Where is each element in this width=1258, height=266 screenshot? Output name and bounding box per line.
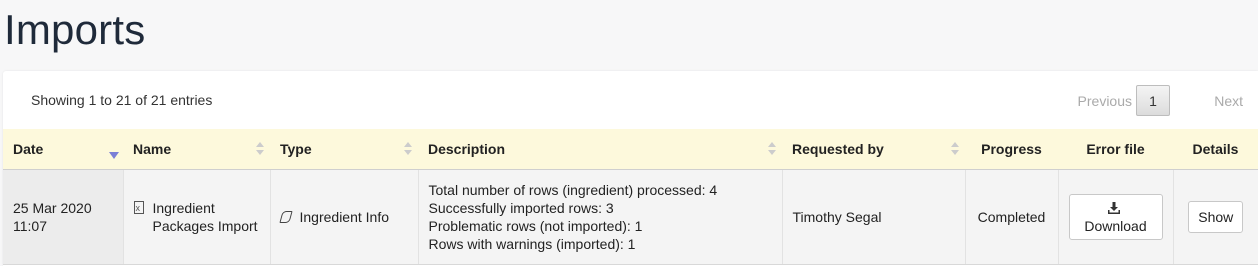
cell-requested-by: Timothy Segal — [782, 169, 966, 265]
column-header-description[interactable]: Description — [418, 129, 782, 170]
download-button[interactable]: Download — [1068, 194, 1163, 240]
imports-panel: Showing 1 to 21 of 21 entries Previous 1… — [3, 71, 1258, 266]
download-label: Download — [1084, 218, 1147, 234]
column-label: Date — [13, 141, 44, 157]
page-title: Imports — [4, 6, 146, 53]
table-info: Showing 1 to 21 of 21 entries — [31, 92, 213, 108]
description-line: Problematic rows (not imported): 1 — [428, 218, 643, 234]
cell-description: Total number of rows (ingredient) proces… — [418, 169, 783, 265]
cell-details: Show — [1173, 169, 1258, 265]
column-header-details: Details — [1173, 129, 1258, 170]
cell-name: Ingredient Packages Import — [123, 169, 271, 265]
cell-progress: Completed — [965, 169, 1059, 265]
file-excel-icon — [133, 199, 144, 217]
sort-icon — [404, 142, 412, 156]
table-header-row: Date Name Type Description Requested by … — [3, 129, 1258, 170]
sort-icon — [768, 142, 776, 156]
page-1-button[interactable]: 1 — [1136, 85, 1170, 116]
cell-error-file: Download — [1058, 169, 1174, 265]
column-header-type[interactable]: Type — [270, 129, 418, 170]
tag-icon — [278, 211, 293, 223]
imports-table: Date Name Type Description Requested by … — [3, 129, 1258, 265]
import-type: Ingredient Info — [299, 209, 390, 225]
column-label: Progress — [981, 141, 1042, 157]
import-name: Ingredient Packages Import — [152, 200, 258, 234]
table-row: 25 Mar 2020 11:07 Ingredient Packages Im… — [3, 169, 1258, 265]
description-line: Total number of rows (ingredient) proces… — [428, 182, 718, 198]
previous-page-button[interactable]: Previous — [1078, 93, 1132, 109]
sort-desc-icon — [109, 142, 119, 159]
time-text: 11:07 — [13, 218, 47, 234]
next-page-button[interactable]: Next — [1214, 93, 1243, 109]
description-line: Successfully imported rows: 3 — [428, 200, 614, 216]
cell-type: Ingredient Info — [270, 169, 419, 265]
sort-icon — [951, 142, 959, 156]
download-icon — [1108, 202, 1120, 214]
description-line: Rows with warnings (imported): 1 — [428, 236, 636, 252]
sort-icon — [256, 142, 264, 156]
column-header-date[interactable]: Date — [3, 129, 123, 170]
column-label: Description — [428, 141, 506, 157]
date-text: 25 Mar 2020 — [13, 200, 92, 216]
column-label: Details — [1192, 141, 1239, 157]
column-label: Name — [133, 141, 172, 157]
column-label: Type — [280, 141, 312, 157]
column-header-requested-by[interactable]: Requested by — [782, 129, 965, 170]
show-details-button[interactable]: Show — [1188, 201, 1244, 233]
column-label: Error file — [1086, 141, 1145, 157]
column-header-error-file: Error file — [1058, 129, 1173, 170]
column-label: Requested by — [792, 141, 884, 157]
cell-date: 25 Mar 2020 11:07 — [3, 169, 124, 265]
column-header-progress: Progress — [965, 129, 1058, 170]
column-header-name[interactable]: Name — [123, 129, 270, 170]
